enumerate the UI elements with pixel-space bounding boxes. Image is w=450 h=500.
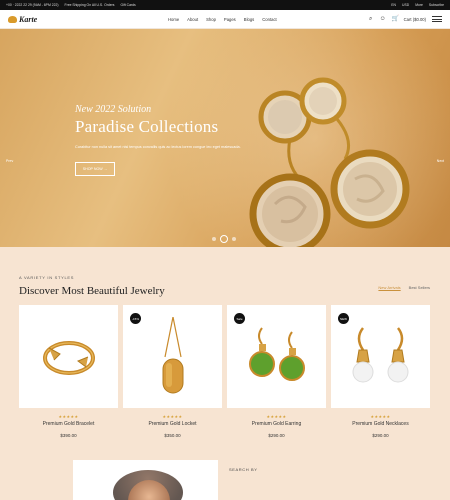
new-badge: NEW [338,313,349,324]
topbar-hours: +00 · 2222 22 29 (9AM - 6PM 222) [6,3,59,7]
cart-total[interactable]: Cart ($0.00) [404,17,426,22]
subscribe-link[interactable]: Subscribe [429,3,444,7]
logo-mark-icon [8,15,17,23]
pearl-earring-icon [352,326,409,382]
tab-best-sellers[interactable]: Best Sellers [409,285,430,290]
product-card[interactable]: NEW ★★★★★ Premium Gold Necklaces $290.00 [331,305,430,438]
hero-subtitle: New 2022 Solution [75,104,152,115]
product-card[interactable]: ★★★★★ Premium Gold Bracelet $390.00 [19,305,118,438]
menu-item-contact[interactable]: Contact [262,17,276,22]
currency-select[interactable]: USD [402,3,409,7]
rating-stars: ★★★★★ [266,414,287,419]
hero-prev-button[interactable]: Prev [6,159,13,163]
slider-dot-3[interactable] [232,237,236,241]
more-link[interactable]: More [415,3,423,7]
bottom-section-label: SEARCH BY [229,467,258,472]
slider-dot-2[interactable] [220,235,228,243]
product-card[interactable]: -15% ★★★★★ Premium Gold Locket $350.00 [123,305,222,438]
section-title: Discover Most Beautiful Jewelry [19,285,165,297]
top-bar: +00 · 2222 22 29 (9AM - 6PM 222) Free Sh… [0,0,450,10]
hero-title: Paradise Collections [75,117,219,136]
product-grid: ★★★★★ Premium Gold Bracelet $390.00 -15%… [19,305,431,438]
product-name[interactable]: Premium Gold Locket [123,421,222,427]
product-price: $350.00 [164,433,181,438]
product-price: $390.00 [60,433,77,438]
brand-name: Karte [19,14,38,24]
topbar-shipping: Free Shipping On All U.S. Orders [64,3,115,7]
tab-new-arrivals[interactable]: New Arrivals [378,285,400,290]
product-card[interactable]: Sale ★★★★★ Premium Gold Earring $290.00 [227,305,326,438]
hero-description: Curabitur non nulla sit amet nisl tempus… [75,145,241,149]
product-image[interactable]: Sale [227,305,326,408]
locket-icon [162,316,183,393]
product-price: $290.00 [372,433,389,438]
menu-item-shop[interactable]: Shop [206,17,216,22]
slider-dot-1[interactable] [212,237,216,241]
product-name[interactable]: Premium Gold Earring [227,421,326,427]
hero-earrings-image [249,77,410,247]
hero-shop-now-button[interactable]: SHOP NOW → [75,162,115,176]
product-name[interactable]: Premium Gold Necklaces [331,421,430,427]
product-image[interactable]: -15% [123,305,222,408]
menu-item-blogs[interactable]: Blogs [244,17,254,22]
user-icon[interactable]: ☺ [380,16,386,22]
cart-icon[interactable]: 🛒 [392,16,399,22]
menu-item-pages[interactable]: Pages [224,17,236,22]
navbar-actions: ⌕ ☺ 🛒 Cart ($0.00) [368,16,442,22]
product-image[interactable]: NEW [331,305,430,408]
menu-item-about[interactable]: About [187,17,198,22]
product-image[interactable] [19,305,118,408]
rating-stars: ★★★★★ [162,414,183,419]
hero-banner: New 2022 Solution Paradise Collections C… [0,29,450,247]
hero-next-button[interactable]: Next [437,159,444,163]
promo-image-card [73,460,218,500]
product-price: $290.00 [268,433,285,438]
product-name[interactable]: Premium Gold Bracelet [19,421,118,427]
primary-menu: Home About Shop Pages Blogs Contact [168,17,368,22]
top-bar-left: +00 · 2222 22 29 (9AM - 6PM 222) Free Sh… [6,3,391,7]
rating-stars: ★★★★★ [58,414,79,419]
discount-badge: -15% [130,313,141,324]
language-select[interactable]: EN [391,3,396,7]
main-navbar: Karte Home About Shop Pages Blogs Contac… [0,10,450,29]
top-bar-right: EN USD More Subscribe [391,3,444,7]
topbar-gift-link[interactable]: Gift Cards [120,3,135,7]
menu-hamburger-icon[interactable] [432,16,442,22]
menu-item-home[interactable]: Home [168,17,179,22]
rating-stars: ★★★★★ [370,414,391,419]
product-tabs: New Arrivals Best Sellers [378,285,430,290]
bracelet-icon [42,340,95,375]
sale-badge: Sale [234,313,245,324]
brand-logo[interactable]: Karte [8,15,168,24]
hero-slider-dots [212,235,236,243]
search-icon[interactable]: ⌕ [368,16,374,22]
section-kicker: A VARIETY IN STYLES [19,275,75,280]
earring-icon [248,326,305,381]
